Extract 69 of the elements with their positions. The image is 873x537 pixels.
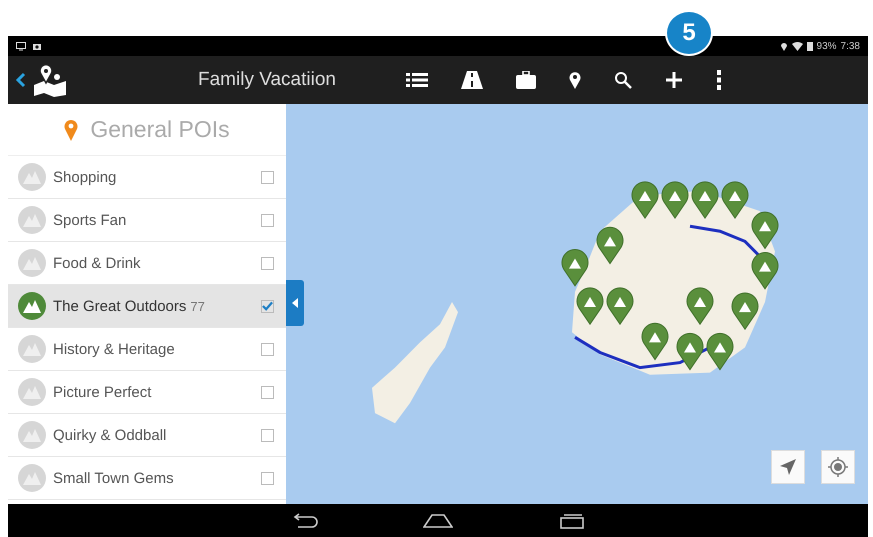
category-label: Shopping xyxy=(53,168,116,186)
checkbox[interactable] xyxy=(261,342,274,356)
map-marker-icon[interactable] xyxy=(606,287,634,325)
road-icon[interactable] xyxy=(461,71,483,89)
search-icon[interactable] xyxy=(614,71,632,89)
my-location-button[interactable] xyxy=(821,450,855,484)
checkbox[interactable] xyxy=(261,386,274,398)
category-icon xyxy=(17,162,47,192)
category-icon xyxy=(17,377,47,407)
checkbox[interactable] xyxy=(261,214,274,226)
checkbox[interactable] xyxy=(261,428,274,442)
category-item[interactable]: The Great Outdoors 77 xyxy=(8,285,286,328)
navigation-arrow-icon xyxy=(779,458,797,476)
map-marker-icon[interactable] xyxy=(676,332,704,370)
poi-count: 77 xyxy=(190,298,205,314)
list-icon[interactable] xyxy=(406,72,428,88)
panel-title: General POIs xyxy=(90,116,230,143)
map-marker-icon[interactable] xyxy=(596,226,624,264)
add-icon[interactable] xyxy=(665,71,683,89)
photo-icon xyxy=(32,42,42,50)
category-label: Picture Perfect xyxy=(53,384,152,400)
category-icon xyxy=(17,463,47,493)
pin-icon xyxy=(64,118,78,140)
navigate-button[interactable] xyxy=(771,450,805,484)
map-marker-icon[interactable] xyxy=(662,181,688,219)
clock-time: 7:38 xyxy=(840,40,860,52)
map-pin-logo-icon xyxy=(32,63,68,97)
collapse-panel-button[interactable] xyxy=(286,280,304,326)
map-marker-icon[interactable] xyxy=(632,181,658,219)
wifi-icon xyxy=(792,42,803,50)
trip-title: Family Vacatiion xyxy=(198,69,337,91)
category-icon xyxy=(17,420,47,450)
map-marker-icon[interactable] xyxy=(562,249,588,286)
map-marker-icon[interactable] xyxy=(752,252,778,290)
category-icon xyxy=(17,205,47,235)
checkbox[interactable] xyxy=(261,170,274,184)
map-marker-icon[interactable] xyxy=(576,287,604,325)
category-icon xyxy=(17,248,47,278)
category-label: Food & Drink xyxy=(53,254,141,272)
checkbox[interactable] xyxy=(261,256,274,270)
battery-icon xyxy=(806,41,813,51)
map-marker-icon[interactable] xyxy=(706,332,734,370)
map-marker-icon[interactable] xyxy=(692,181,718,219)
screen-icon xyxy=(16,42,26,50)
recent-apps-icon[interactable] xyxy=(558,512,586,528)
category-label: The Great Outdoors xyxy=(53,298,186,314)
battery-percent: 93% xyxy=(816,40,837,52)
suitcase-icon[interactable] xyxy=(516,71,536,89)
more-options-icon[interactable] xyxy=(716,70,722,90)
location-icon xyxy=(780,41,788,51)
map-marker-icon[interactable] xyxy=(752,212,778,249)
map-marker-icon[interactable] xyxy=(642,322,668,360)
category-label: Sports Fan xyxy=(53,212,126,228)
checkbox[interactable] xyxy=(261,300,274,312)
crosshair-icon xyxy=(828,457,848,477)
category-label: History & Heritage xyxy=(53,340,175,358)
step-callout: 5 xyxy=(665,10,713,56)
home-nav-icon[interactable] xyxy=(423,514,453,528)
map-marker-icon[interactable] xyxy=(722,181,748,219)
checkbox[interactable] xyxy=(261,472,274,484)
category-label: Quirky & Oddball xyxy=(53,426,166,444)
location-pin-icon[interactable] xyxy=(569,71,581,89)
map-marker-icon[interactable] xyxy=(732,292,758,330)
category-label: Small Town Gems xyxy=(53,470,174,486)
map-marker-icon[interactable] xyxy=(686,287,714,325)
category-icon xyxy=(17,291,47,321)
caret-icon xyxy=(292,298,298,308)
chevron-icon xyxy=(16,72,26,88)
category-icon xyxy=(17,334,47,364)
